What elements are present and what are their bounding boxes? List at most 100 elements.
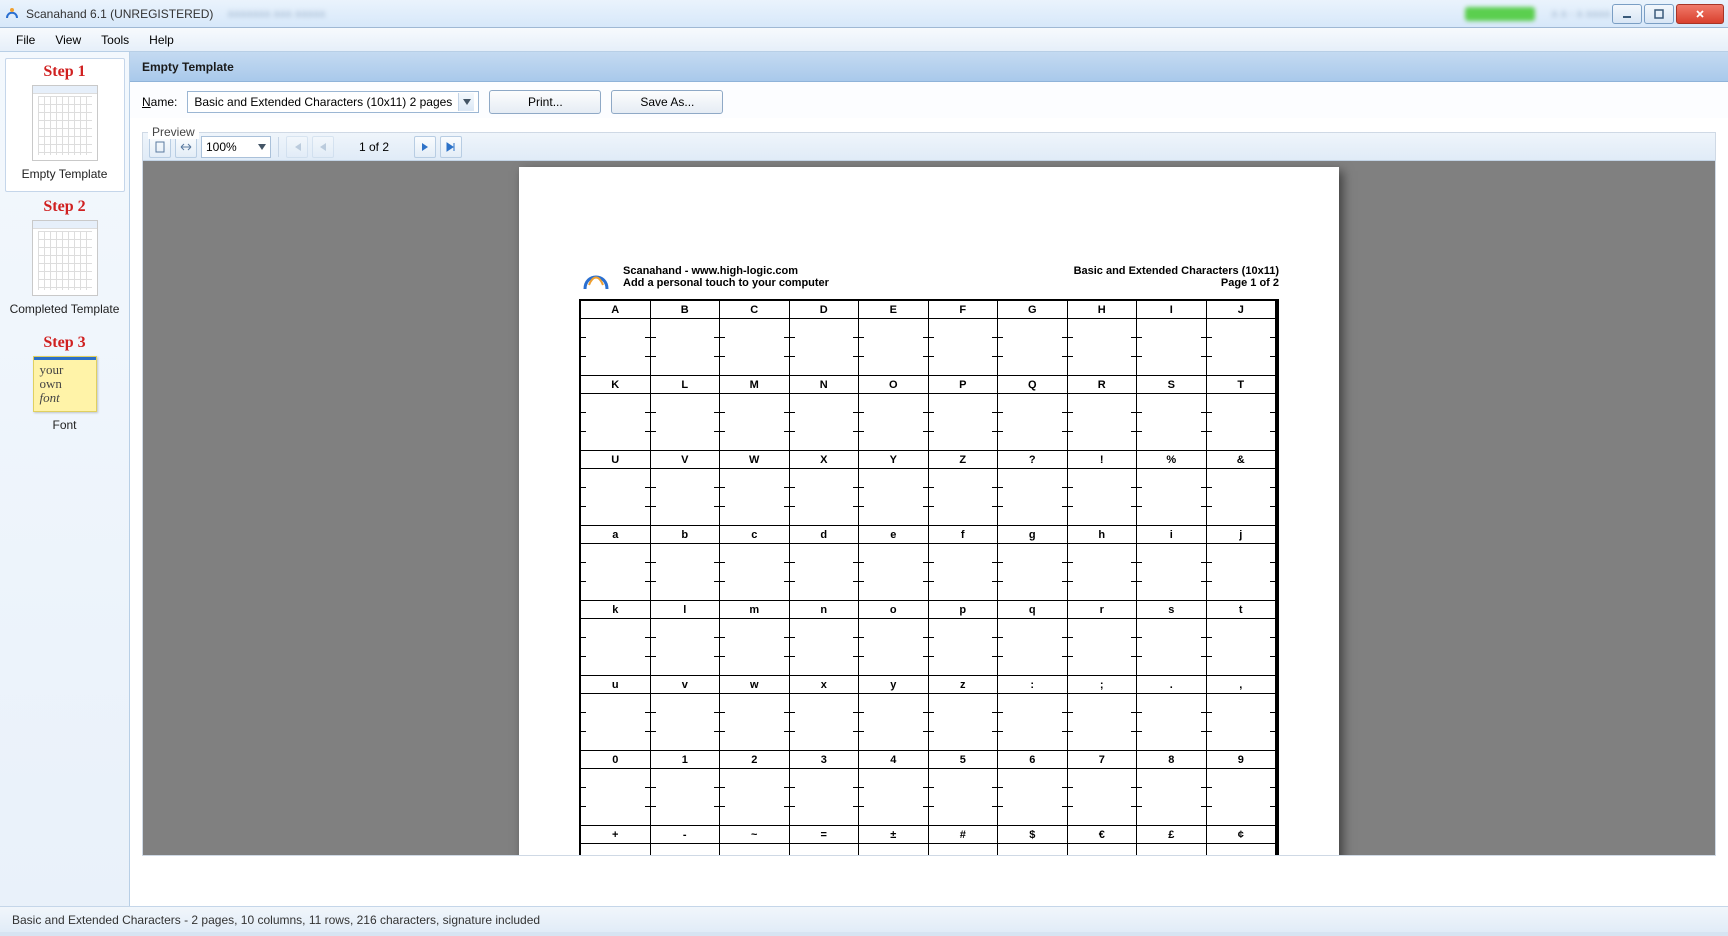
grid-cell-box (998, 319, 1067, 375)
grid-cell-char: ¢ (1207, 826, 1276, 844)
grid-cell: B (651, 301, 721, 376)
step-2-label: Completed Template (5, 302, 125, 316)
grid-cell-char: e (859, 526, 928, 544)
preview-legend: Preview (148, 125, 199, 139)
grid-cell: a (579, 526, 651, 601)
grid-cell-char: ~ (720, 826, 789, 844)
grid-cell-char: 7 (1068, 751, 1137, 769)
next-page-button[interactable] (414, 136, 436, 158)
grid-cell-char: k (581, 601, 650, 619)
grid-cell-box (1207, 544, 1276, 600)
grid-cell-char: o (859, 601, 928, 619)
save-as-button[interactable]: Save As... (611, 90, 723, 114)
content-header: Empty Template (130, 52, 1728, 82)
grid-cell-box (720, 469, 789, 525)
grid-cell: 2 (720, 751, 790, 826)
grid-cell-box (998, 394, 1067, 450)
grid-cell: o (859, 601, 929, 676)
template-name-combo[interactable]: Basic and Extended Characters (10x11) 2 … (187, 91, 479, 113)
step-3-font[interactable]: Step 3 your own font Font (5, 330, 125, 442)
grid-cell: g (998, 526, 1068, 601)
sheet-header: Scanahand - www.high-logic.com Add a per… (579, 265, 1279, 295)
grid-cell-box (720, 694, 789, 750)
title-bar: Scanahand 6.1 (UNREGISTERED) aaaaaaa aaa… (0, 0, 1728, 28)
step-2-completed-template[interactable]: Step 2 Completed Template (5, 194, 125, 326)
grid-cell-char: - (651, 826, 720, 844)
grid-cell-char: p (929, 601, 998, 619)
grid-cell: T (1207, 376, 1278, 451)
grid-cell-box (929, 544, 998, 600)
grid-cell-box (859, 469, 928, 525)
character-grid: ABCDEFGHIJKLMNOPQRSTUVWXYZ?!%&abcdefghij… (579, 299, 1279, 855)
background-blur-area: aaaaaaa aaa aaaaa a a - a aaaa (227, 7, 1610, 21)
grid-cell-box (998, 694, 1067, 750)
template-name-value: Basic and Extended Characters (10x11) 2 … (194, 95, 458, 109)
preview-viewport[interactable]: Scanahand - www.high-logic.com Add a per… (143, 161, 1715, 855)
font-thumb-line2: own (40, 377, 62, 391)
grid-cell: ¢ (1207, 826, 1278, 855)
close-button[interactable] (1676, 4, 1724, 24)
grid-cell-char: . (1137, 676, 1206, 694)
grid-cell-char: R (1068, 376, 1137, 394)
grid-cell-char: E (859, 301, 928, 319)
grid-cell-char: W (720, 451, 789, 469)
maximize-button[interactable] (1644, 4, 1674, 24)
grid-cell: p (929, 601, 999, 676)
grid-cell-box (651, 394, 720, 450)
grid-cell-box (859, 544, 928, 600)
grid-cell-char: n (790, 601, 859, 619)
preview-panel: 100% 1 of 2 (142, 132, 1716, 856)
grid-cell-box (1068, 694, 1137, 750)
grid-cell-char: g (998, 526, 1067, 544)
step-1-empty-template[interactable]: Step 1 Empty Template (5, 58, 125, 192)
menu-file[interactable]: File (6, 30, 45, 50)
grid-cell-box (651, 469, 720, 525)
grid-cell-box (998, 844, 1067, 855)
menu-tools[interactable]: Tools (91, 30, 139, 50)
print-button[interactable]: Print... (489, 90, 601, 114)
grid-cell-char: : (998, 676, 1067, 694)
first-page-button[interactable] (286, 136, 308, 158)
sheet-subtitle: Add a personal touch to your computer (623, 277, 829, 289)
grid-cell-char: l (651, 601, 720, 619)
grid-cell-box (790, 619, 859, 675)
grid-cell: 1 (651, 751, 721, 826)
preview-toolbar: 100% 1 of 2 (143, 133, 1715, 161)
grid-cell-char: O (859, 376, 928, 394)
grid-cell-box (1207, 394, 1276, 450)
grid-cell-box (790, 769, 859, 825)
grid-cell-box (581, 469, 650, 525)
grid-cell-char: % (1137, 451, 1206, 469)
grid-cell-box (720, 619, 789, 675)
minimize-button[interactable] (1612, 4, 1642, 24)
grid-cell-box (859, 619, 928, 675)
grid-cell: f (929, 526, 999, 601)
grid-cell-char: 9 (1207, 751, 1276, 769)
prev-page-button[interactable] (312, 136, 334, 158)
grid-cell: e (859, 526, 929, 601)
grid-cell-char: Q (998, 376, 1067, 394)
grid-cell: C (720, 301, 790, 376)
grid-cell: u (579, 676, 651, 751)
menu-view[interactable]: View (45, 30, 91, 50)
grid-cell: K (579, 376, 651, 451)
step-3-title: Step 3 (5, 334, 125, 352)
grid-cell-box (651, 544, 720, 600)
menu-help[interactable]: Help (139, 30, 184, 50)
grid-cell: ! (1068, 451, 1138, 526)
zoom-combo[interactable]: 100% (201, 136, 271, 158)
grid-cell: H (1068, 301, 1138, 376)
grid-cell: - (651, 826, 721, 855)
grid-cell: 0 (579, 751, 651, 826)
grid-cell: 4 (859, 751, 929, 826)
sheet-template-name: Basic and Extended Characters (10x11) (1074, 265, 1279, 277)
grid-cell-box (998, 544, 1067, 600)
chevron-down-icon[interactable] (458, 93, 474, 111)
grid-cell: A (579, 301, 651, 376)
grid-cell-box (1137, 469, 1206, 525)
grid-cell-char: K (581, 376, 650, 394)
grid-cell-char: H (1068, 301, 1137, 319)
grid-cell: P (929, 376, 999, 451)
last-page-button[interactable] (440, 136, 462, 158)
grid-cell-char: € (1068, 826, 1137, 844)
